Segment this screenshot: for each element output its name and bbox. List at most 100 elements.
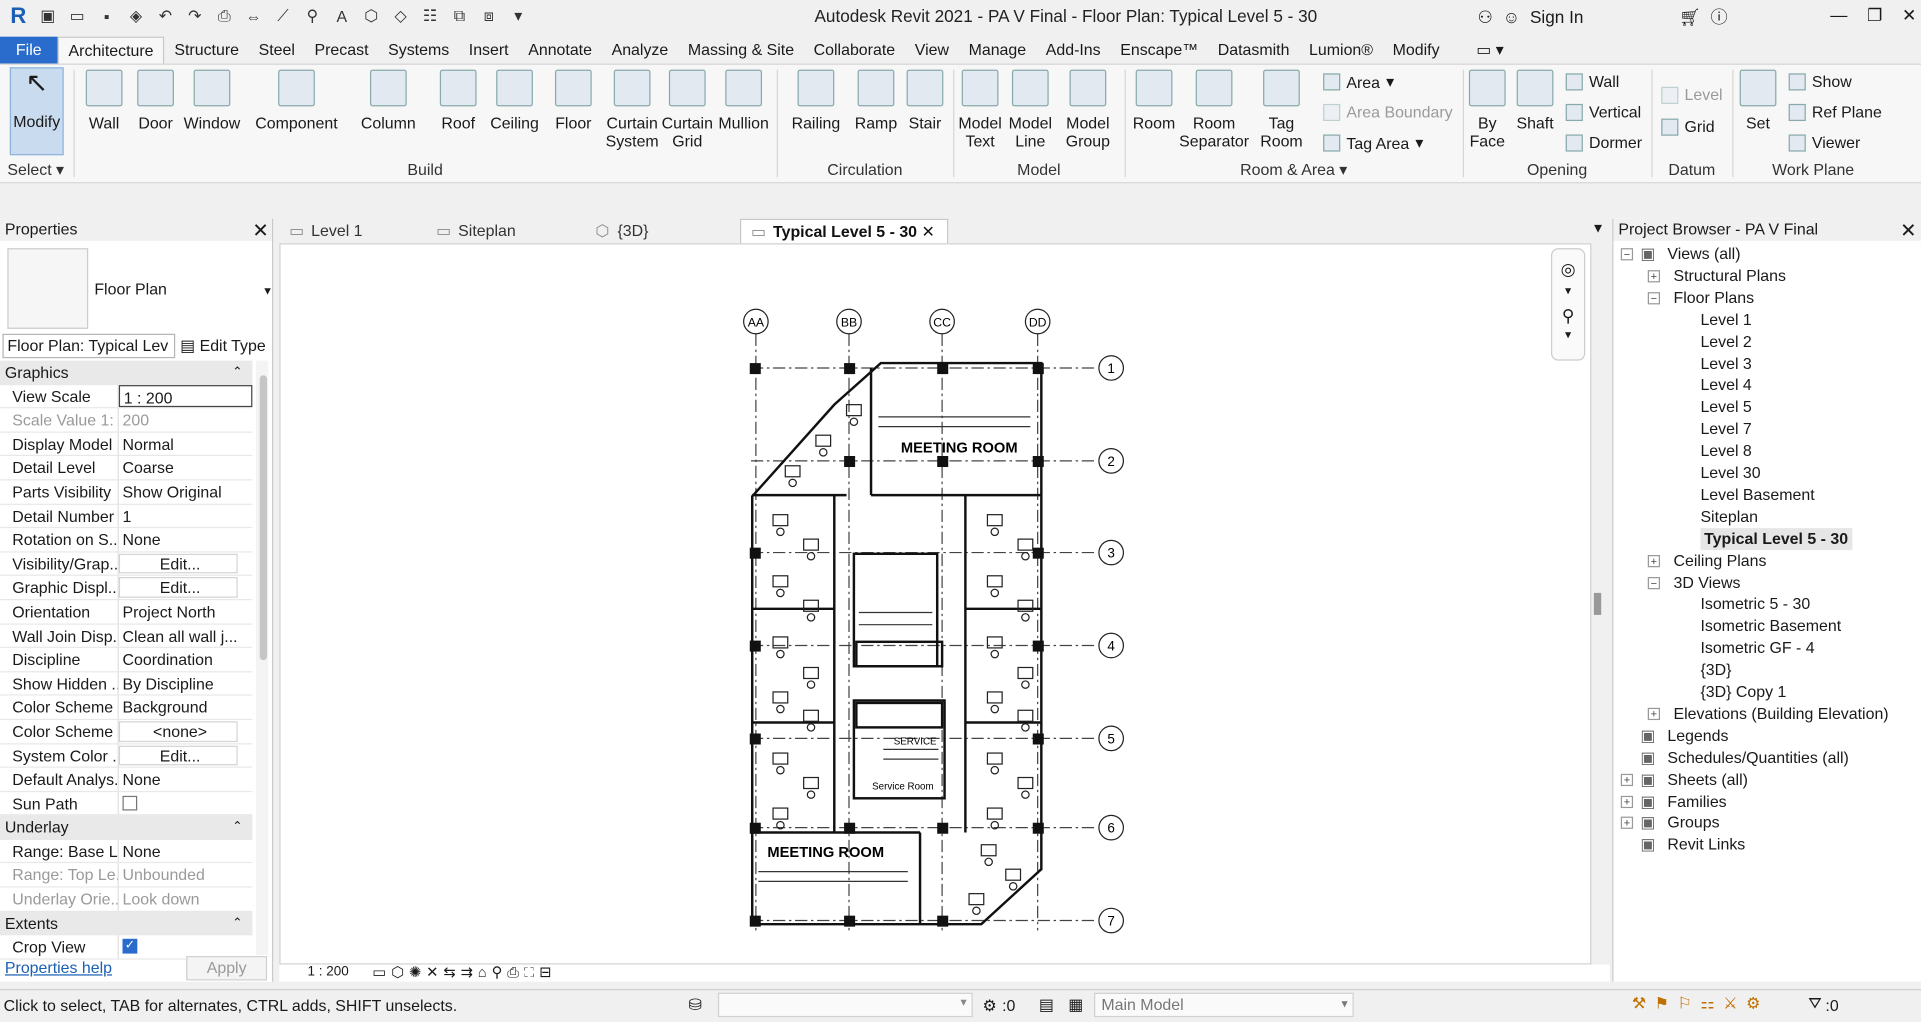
tree-expand-icon[interactable]: − [1647, 291, 1661, 305]
property-row[interactable]: Range: Base L...None [0, 839, 253, 864]
view-tab-level-1[interactable]: ▭ Level 1 [279, 219, 426, 243]
type-selector[interactable]: Floor Plan ▼ [5, 246, 273, 332]
property-row[interactable]: Discipline Coordination [0, 648, 253, 673]
browser-item[interactable]: Level 2 [1700, 331, 1751, 353]
user-icon[interactable]: ☺ [1503, 7, 1521, 27]
tab-menu-icon[interactable]: ▼ [1591, 221, 1604, 236]
property-value[interactable]: None [119, 768, 253, 791]
view-control-icons[interactable]: ▭⬡✺✕⇆⇉⌂⚲⎙⛶⊟ [372, 963, 556, 981]
property-value[interactable]: Look down [119, 888, 253, 911]
property-value[interactable]: Clean all wall j... [119, 624, 253, 647]
sync-icon[interactable]: ◈ [125, 5, 147, 27]
close-browser-icon[interactable]: ✕ [1900, 219, 1916, 243]
modify-button[interactable]: ↖ Modify [9, 67, 64, 156]
column-button[interactable]: Column [359, 69, 418, 132]
grid-bubble-6[interactable]: 6 [1098, 814, 1125, 841]
browser-item[interactable]: Level 7 [1700, 418, 1751, 440]
property-row[interactable]: Wall Join Disp... Clean all wall j... [0, 624, 253, 649]
grid-bubble-1[interactable]: 1 [1098, 355, 1125, 381]
view-tab-3d[interactable]: ⬡ {3D} [586, 219, 740, 243]
property-category[interactable]: Extents ⌃ [0, 911, 253, 936]
browser-item[interactable]: Ceiling Plans [1673, 550, 1766, 572]
browser-item[interactable]: Revit Links [1667, 834, 1745, 856]
properties-help-link[interactable]: Properties help [5, 958, 112, 976]
tab-collaborate[interactable]: Collaborate [804, 37, 905, 64]
close-properties-icon[interactable]: ✕ [252, 219, 268, 243]
property-row[interactable]: Show Hidden ... By Discipline [0, 672, 253, 696]
property-row[interactable]: Orientation Project North [0, 600, 253, 625]
tab-steel[interactable]: Steel [249, 37, 305, 64]
sign-in-link[interactable]: Sign In [1530, 7, 1583, 27]
by-face-button[interactable]: By Face [1465, 69, 1509, 150]
tab-view[interactable]: View [905, 37, 959, 64]
browser-item[interactable]: Level 8 [1700, 440, 1751, 462]
property-row[interactable]: Sun Path [0, 791, 253, 816]
tree-expand-icon[interactable]: + [1620, 773, 1634, 786]
model-line-button[interactable]: Model Line [1007, 69, 1054, 150]
collapse-icon[interactable]: ⌃ [232, 361, 252, 384]
tree-expand-icon[interactable]: + [1647, 554, 1661, 567]
close-hidden-icon[interactable]: ⧉ [448, 5, 470, 27]
area-button[interactable]: Area ▾ [1323, 72, 1394, 92]
design-options-icon[interactable]: ▤ [1039, 995, 1054, 1015]
tab-datasmith[interactable]: Datasmith [1208, 37, 1299, 64]
property-value[interactable]: Edit... [118, 577, 238, 598]
ramp-button[interactable]: Ramp [853, 69, 900, 132]
browser-item[interactable]: Sheets (all) [1667, 768, 1748, 790]
grid-bubble-bb[interactable]: BB [836, 308, 862, 335]
property-value[interactable]: Coordination [119, 648, 253, 671]
property-value[interactable]: Coarse [119, 456, 253, 479]
worksets-icon[interactable]: ⛁ [689, 995, 702, 1015]
tab-enscape[interactable]: Enscape™ [1110, 37, 1208, 64]
set-work-plane-button[interactable]: Set [1737, 69, 1779, 132]
stair-button[interactable]: Stair [904, 69, 946, 132]
tag-icon[interactable]: ⚲ [301, 5, 323, 27]
type-dropdown-icon[interactable]: ▼ [262, 285, 273, 297]
switch-windows-icon[interactable]: ⧈ [478, 5, 500, 27]
select-group-label[interactable]: Select ▾ [7, 160, 68, 180]
browser-item[interactable]: Isometric 5 - 30 [1700, 593, 1810, 615]
thin-lines-icon[interactable]: ☷ [419, 5, 441, 27]
close-tab-icon[interactable]: ✕ [917, 222, 935, 240]
browser-item[interactable]: Typical Level 5 - 30 [1700, 527, 1852, 550]
print-icon[interactable]: ⎙ [213, 5, 235, 27]
browser-item[interactable]: Level 3 [1700, 353, 1751, 375]
dormer-button[interactable]: Dormer [1565, 133, 1642, 152]
ref-plane-button[interactable]: Ref Plane [1788, 103, 1882, 121]
tab-annotate[interactable]: Annotate [518, 37, 601, 64]
property-value[interactable]: 200 [119, 409, 253, 432]
ceiling-button[interactable]: Ceiling [488, 69, 542, 132]
grid-bubble-2[interactable]: 2 [1098, 448, 1125, 474]
nav-dropdown-icon[interactable]: ▾ [1552, 285, 1584, 298]
level-button[interactable]: Level [1661, 86, 1723, 104]
collapse-icon[interactable]: ⌃ [232, 816, 252, 839]
property-row[interactable]: Display Model Normal [0, 432, 253, 457]
measure-icon[interactable]: ⇔ [243, 5, 265, 27]
contextual-tab-dropdown-icon[interactable]: ▭ ▾ [1467, 37, 1514, 64]
navigation-bar[interactable]: ◎ ▾ ⚲ ▾ [1550, 248, 1586, 361]
undo-icon[interactable]: ↶ [154, 5, 176, 27]
home-icon[interactable]: ▣ [37, 5, 59, 27]
tab-massing-site[interactable]: Massing & Site [678, 37, 804, 64]
browser-item[interactable]: Schedules/Quantities (all) [1667, 747, 1848, 769]
browser-item[interactable]: Level 5 [1700, 396, 1751, 418]
instance-filter-select[interactable]: Floor Plan: Typical Lev [2, 333, 176, 359]
view-tab-siteplan[interactable]: ▭ Siteplan [426, 219, 585, 243]
minimize-icon[interactable]: — [1830, 5, 1847, 26]
tab-systems[interactable]: Systems [378, 37, 459, 64]
property-row[interactable]: Color Scheme <none> [0, 719, 253, 744]
curtain-grid-button[interactable]: Curtain Grid [662, 69, 713, 150]
grid-bubble-aa[interactable]: AA [743, 308, 769, 335]
tab-analyze[interactable]: Analyze [602, 37, 678, 64]
property-checkbox[interactable] [122, 795, 138, 811]
property-row[interactable]: Detail Number 1 [0, 504, 253, 529]
roof-button[interactable]: Roof [436, 69, 480, 132]
property-value[interactable]: Unbounded [119, 864, 253, 887]
browser-item[interactable]: Level 1 [1700, 309, 1751, 331]
properties-scroll-thumb[interactable] [259, 375, 268, 661]
tree-expand-icon[interactable]: − [1647, 576, 1661, 589]
3d-view-icon[interactable]: ⬡ [360, 5, 382, 27]
room-button[interactable]: Room [1130, 69, 1179, 132]
property-row[interactable]: Default Analys... None [0, 767, 253, 792]
floor-button[interactable]: Floor [551, 69, 595, 132]
